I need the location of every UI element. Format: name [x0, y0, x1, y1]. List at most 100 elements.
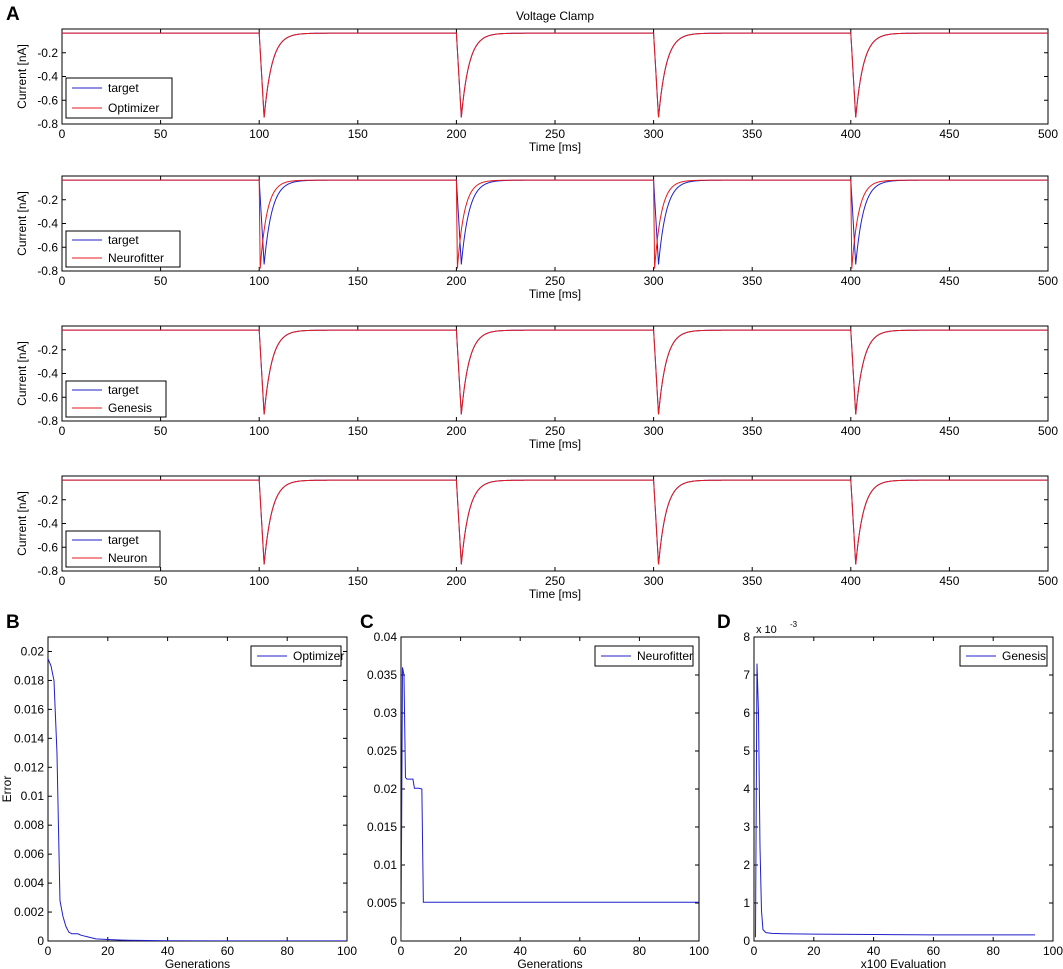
- x-tick-label: 500: [1038, 274, 1058, 288]
- y-tick-label: 0.02: [21, 644, 45, 658]
- x-tick-label: 50: [154, 424, 168, 438]
- series-line-target: [62, 329, 1048, 415]
- chart-title: Voltage Clamp: [516, 9, 594, 23]
- y-tick-label: -0.4: [37, 70, 58, 84]
- legend: target Genesis: [65, 380, 167, 418]
- series-line-optimizer: [48, 658, 347, 941]
- x-tick-label: 300: [644, 127, 664, 141]
- y-tick-label: -0.6: [37, 240, 58, 254]
- x-tick-label: 100: [249, 127, 269, 141]
- x-axis-label: Generations: [165, 957, 230, 969]
- y-tick-label: 0.018: [14, 673, 44, 687]
- x-tick-label: 0: [751, 944, 758, 958]
- legend-label: Neuron: [108, 551, 147, 565]
- series-line-neurofitter: [62, 179, 1048, 269]
- y-tick-label: 0.04: [374, 630, 398, 644]
- x-tick-label: 450: [939, 127, 959, 141]
- y-tick-label: -0.2: [37, 493, 58, 507]
- legend-label: target: [108, 233, 139, 247]
- y-tick-label: 0.005: [367, 896, 397, 910]
- plot-frame: [61, 28, 1049, 125]
- y-tick-label: 2: [743, 858, 750, 872]
- x-tick-label: 150: [348, 274, 368, 288]
- series-line-neurofitter: [401, 667, 699, 941]
- y-tick-label: 0.015: [367, 820, 397, 834]
- y-tick-label: 0.014: [14, 731, 44, 745]
- legend-label: Optimizer: [108, 101, 159, 115]
- series-line-genesis: [62, 329, 1048, 415]
- y-tick-label: -0.8: [37, 414, 58, 428]
- y-tick-label: 0: [37, 934, 44, 948]
- x-tick-label: 40: [161, 944, 175, 958]
- x-tick-label: 60: [573, 944, 587, 958]
- y-axis-label: Current [nA]: [15, 491, 29, 556]
- x-tick-label: 450: [939, 574, 959, 588]
- x-tick-label: 400: [841, 127, 861, 141]
- y-axis-label: Current [nA]: [15, 191, 29, 256]
- x-axis-label: Time [ms]: [529, 140, 581, 154]
- legend-label: target: [108, 383, 139, 397]
- x-tick-label: 80: [633, 944, 647, 958]
- y-tick-label: 0.035: [367, 668, 397, 682]
- x-tick-label: 100: [337, 944, 357, 958]
- x-tick-label: 350: [742, 424, 762, 438]
- y-tick-label: -0.6: [37, 390, 58, 404]
- legend: target Neuron: [65, 530, 161, 568]
- x-tick-label: 0: [45, 944, 52, 958]
- x-tick-label: 0: [59, 574, 66, 588]
- x-tick-label: 60: [927, 944, 941, 958]
- x-tick-label: 200: [446, 127, 466, 141]
- x-tick-label: 100: [249, 424, 269, 438]
- y-tick-label: 0.03: [374, 706, 398, 720]
- legend-label: Genesis: [1002, 649, 1046, 663]
- legend: Neurofitter: [594, 645, 694, 667]
- x-axis-label: Time [ms]: [529, 437, 581, 451]
- y-axis-label: Error: [0, 776, 14, 803]
- y-tick-label: -0.4: [37, 517, 58, 531]
- x-tick-label: 100: [689, 944, 709, 958]
- x-tick-label: 500: [1038, 127, 1058, 141]
- x-tick-label: 100: [1043, 944, 1063, 958]
- x-tick-label: 250: [545, 127, 565, 141]
- y-tick-label: 0: [390, 934, 397, 948]
- x-tick-label: 350: [742, 574, 762, 588]
- chart-a3: 0 50 100 150 200 250 300 350 400 450 500 -0.2 -0.4 -0…: [15, 325, 1058, 451]
- x-tick-label: 60: [221, 944, 235, 958]
- plot-frame: [61, 325, 1049, 422]
- y-tick-label: 0.025: [367, 744, 397, 758]
- x-tick-label: 0: [59, 127, 66, 141]
- x-tick-label: 0: [59, 274, 66, 288]
- legend: Optimizer: [250, 645, 344, 667]
- x-tick-label: 300: [644, 424, 664, 438]
- y-tick-label: 5: [743, 744, 750, 758]
- x-tick-label: 20: [454, 944, 468, 958]
- y-tick-label: -0.4: [37, 217, 58, 231]
- y-tick-label: -0.2: [37, 46, 58, 60]
- y-axis-label: Current [nA]: [15, 44, 29, 109]
- x-tick-label: 200: [446, 574, 466, 588]
- x-axis-label: Generations: [517, 957, 582, 969]
- y-tick-label: 0.006: [14, 847, 44, 861]
- series-line-optimizer: [62, 32, 1048, 118]
- x-tick-label: 150: [348, 424, 368, 438]
- y-tick-label: 6: [743, 706, 750, 720]
- x-tick-label: 40: [867, 944, 881, 958]
- x-tick-label: 40: [514, 944, 528, 958]
- plot-frame: [400, 636, 700, 942]
- y-tick-label: -0.6: [37, 93, 58, 107]
- legend-label: Neurofitter: [108, 251, 164, 265]
- y-tick-label: 8: [743, 630, 750, 644]
- series-line-target: [62, 179, 1048, 265]
- series-line-genesis: [755, 663, 1036, 938]
- plot-frame: [61, 475, 1049, 572]
- x-tick-label: 50: [154, 574, 168, 588]
- y-tick-label: 0.01: [21, 789, 45, 803]
- x-tick-label: 450: [939, 424, 959, 438]
- x-tick-label: 300: [644, 574, 664, 588]
- y-tick-label: 7: [743, 668, 750, 682]
- chart-c: 0 20 40 60 80 100 0 0.005 0.01 0.015 0.02 0.025 0.03…: [367, 630, 709, 969]
- x-tick-label: 100: [249, 274, 269, 288]
- x-tick-label: 400: [841, 424, 861, 438]
- legend-label: target: [108, 81, 139, 95]
- y-tick-label: 0.004: [14, 876, 44, 890]
